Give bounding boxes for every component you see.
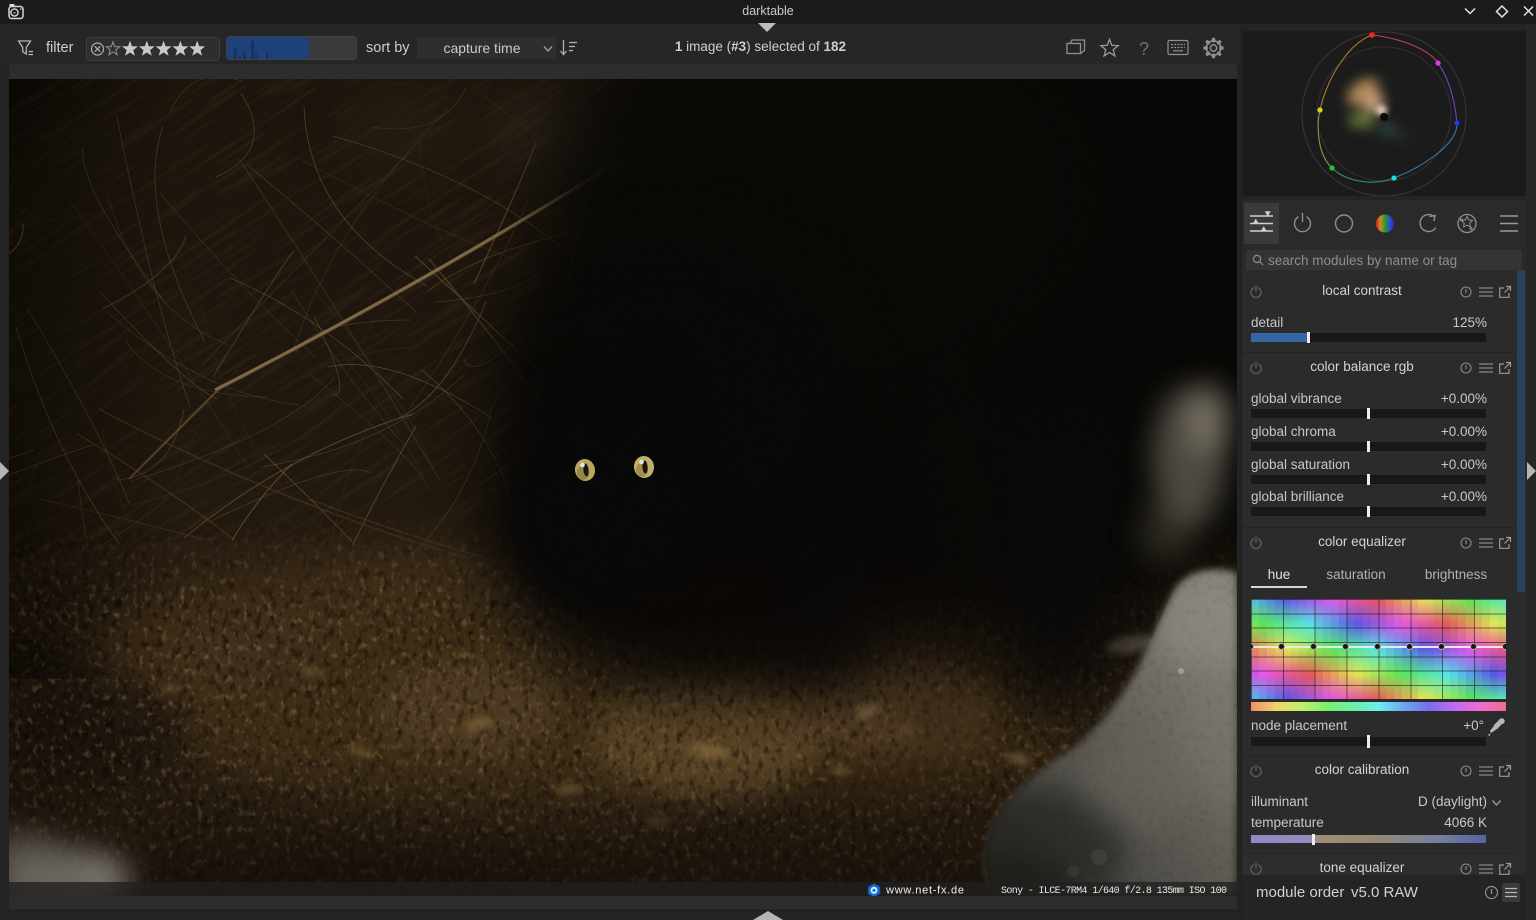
svg-text:www.net-fx.de: www.net-fx.de [885,885,964,897]
svg-text:Sony - ILCE-7RM4 1/640 f/2.8 1: Sony - ILCE-7RM4 1/640 f/2.8 135mm ISO 1… [1001,885,1227,896]
svg-text:?: ? [1139,39,1149,59]
